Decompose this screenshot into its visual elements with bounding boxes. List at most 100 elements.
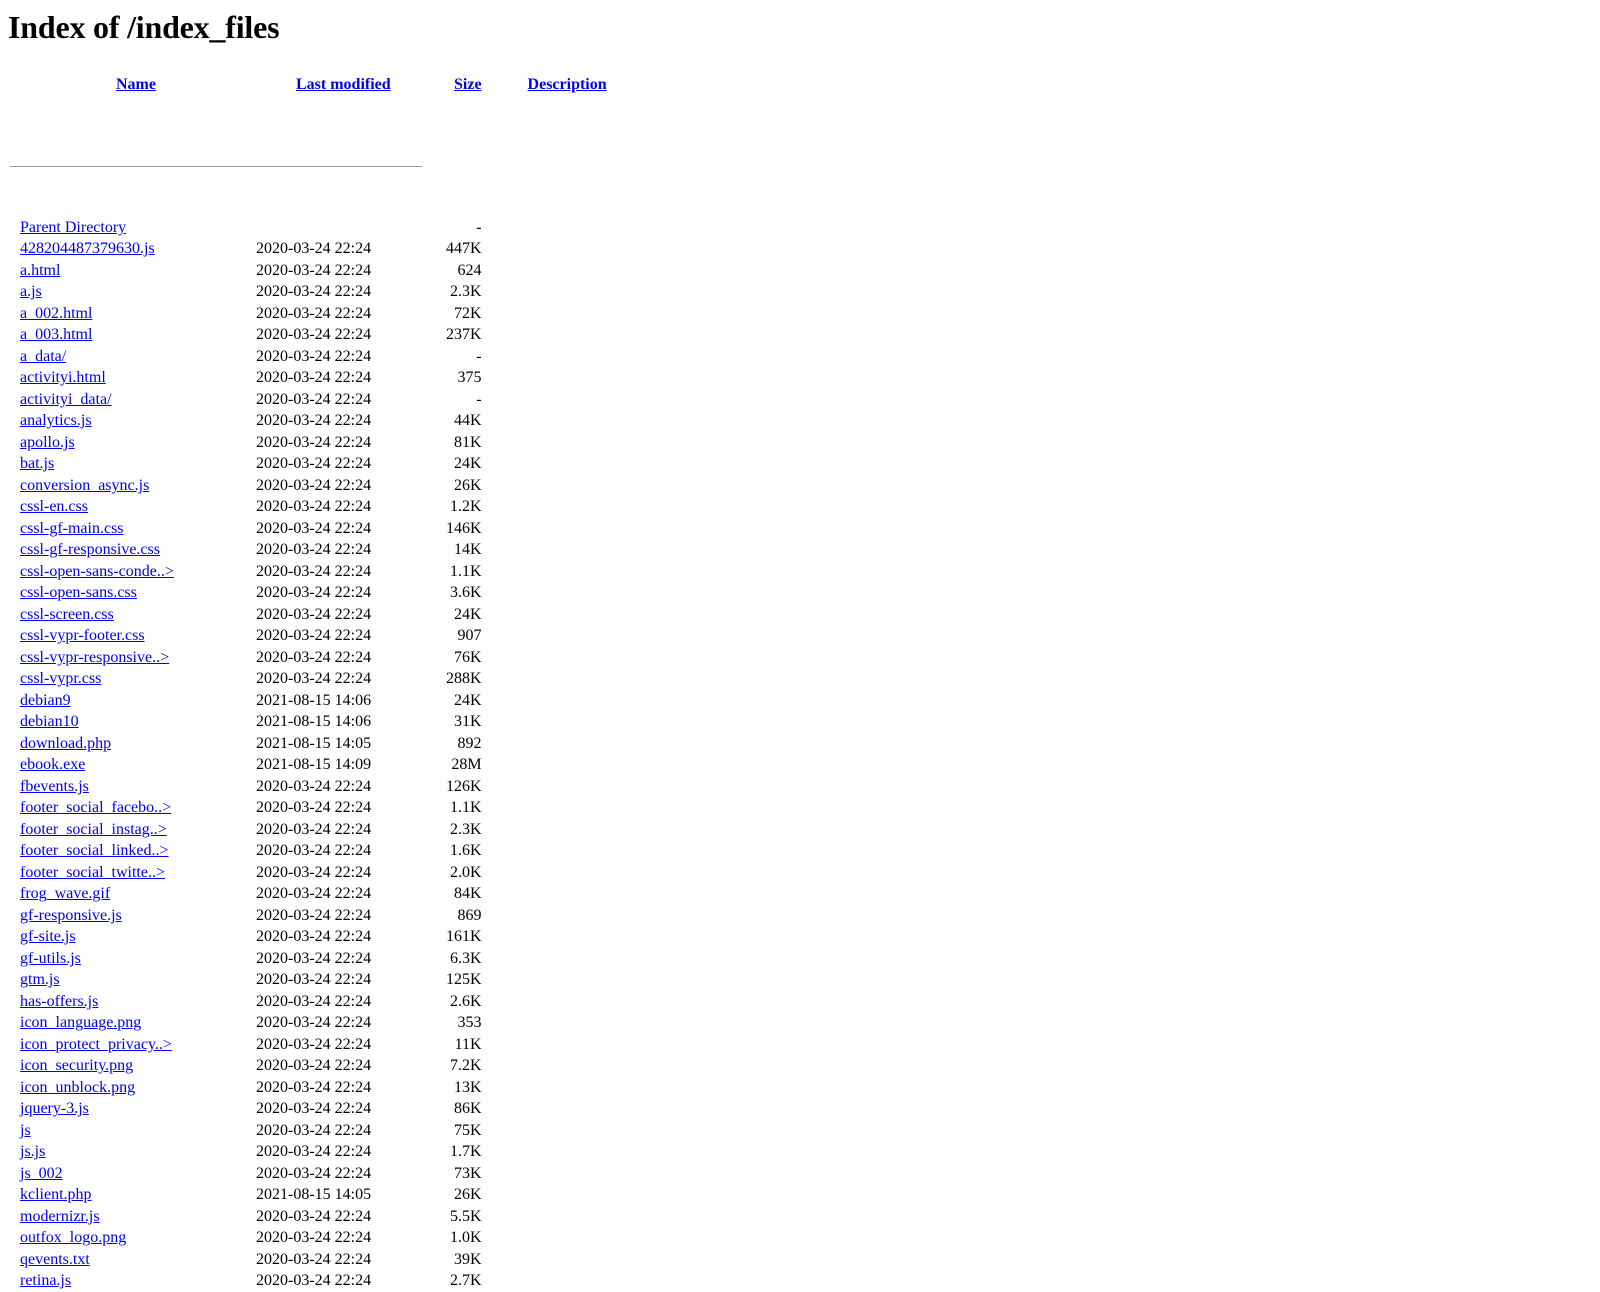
file-link[interactable]: qevents.txt — [20, 1251, 90, 1268]
last-modified-cell: 2020-03-24 22:24 — [256, 240, 372, 258]
description-cell — [482, 389, 607, 411]
file-link[interactable]: download.php — [20, 735, 111, 752]
file-name-cell: conversion_async.js — [8, 475, 256, 497]
last-modified-cell: 2020-03-24 22:24 — [256, 863, 372, 881]
file-link[interactable]: cssl-vypr-responsive..> — [20, 649, 169, 666]
file-name-cell: footer_social_facebo..> — [8, 797, 256, 819]
table-row: jquery-3.js 2020-03-24 22:24 86K — [8, 1098, 607, 1120]
last-modified-cell: 2020-03-24 22:24 — [256, 498, 372, 516]
description-cell — [482, 905, 607, 927]
file-link[interactable]: fbevents.js — [20, 778, 89, 795]
file-link[interactable]: a.js — [20, 283, 42, 300]
file-link[interactable]: cssl-en.css — [20, 498, 88, 515]
last-modified-cell: 2020-03-24 22:24 — [256, 627, 372, 645]
file-link[interactable]: a.html — [20, 262, 60, 279]
header-separator-row — [8, 119, 607, 217]
size-cell: 1.1K — [449, 562, 482, 580]
file-link[interactable]: js_002 — [20, 1165, 63, 1182]
file-link[interactable]: footer_social_instag..> — [20, 821, 167, 838]
description-cell — [482, 367, 607, 389]
file-link[interactable]: conversion_async.js — [20, 477, 149, 494]
file-link[interactable]: icon_unblock.png — [20, 1079, 135, 1096]
file-link[interactable]: footer_social_twitte..> — [20, 864, 165, 881]
file-link[interactable]: debian10 — [20, 713, 79, 730]
file-link[interactable]: bat.js — [20, 455, 54, 472]
description-cell — [482, 539, 607, 561]
file-link[interactable]: cssl-gf-main.css — [20, 520, 124, 537]
page-title: Index of /index_files — [8, 9, 280, 45]
last-modified-cell: 2020-03-24 22:24 — [256, 261, 372, 279]
file-link[interactable]: gtm.js — [20, 971, 60, 988]
file-link[interactable]: icon_protect_privacy..> — [20, 1036, 172, 1053]
sort-by-size-link[interactable]: Size — [454, 76, 482, 93]
file-link[interactable]: js — [20, 1122, 31, 1139]
file-link[interactable]: cssl-gf-responsive.css — [20, 541, 160, 558]
size-cell: 73K — [453, 1164, 482, 1182]
size-cell: 26K — [453, 1186, 482, 1204]
parent-directory-link[interactable]: Parent Directory — [20, 219, 126, 236]
file-link[interactable]: jquery-3.js — [20, 1100, 89, 1117]
description-cell — [482, 969, 607, 991]
file-link[interactable]: 428204487379630.js — [20, 240, 155, 257]
last-modified-cell: 2020-03-24 22:24 — [256, 885, 372, 903]
file-name-cell: a.html — [8, 260, 256, 282]
size-cell: - — [476, 347, 482, 365]
file-link[interactable]: analytics.js — [20, 412, 92, 429]
description-cell — [482, 1034, 607, 1056]
file-link[interactable]: modernizr.js — [20, 1208, 100, 1225]
file-link[interactable]: has-offers.js — [20, 993, 98, 1010]
file-link[interactable]: a_003.html — [20, 326, 92, 343]
file-link[interactable]: cssl-vypr.css — [20, 670, 101, 687]
size-cell: 24K — [453, 455, 482, 473]
file-link[interactable]: cssl-vypr-footer.css — [20, 627, 145, 644]
sort-by-description-link[interactable]: Description — [528, 76, 607, 93]
table-row: frog_wave.gif 2020-03-24 22:24 84K — [8, 883, 607, 905]
file-link[interactable]: cssl-open-sans-conde..> — [20, 563, 174, 580]
file-link[interactable]: debian9 — [20, 692, 71, 709]
table-row: bat.js 2020-03-24 22:24 24K — [8, 453, 607, 475]
file-link[interactable]: gf-utils.js — [20, 950, 81, 967]
last-modified-cell: 2020-03-24 22:24 — [256, 326, 372, 344]
file-name-cell: js — [8, 1120, 256, 1142]
size-cell: 1.6K — [449, 842, 482, 860]
file-link[interactable]: cssl-screen.css — [20, 606, 114, 623]
description-cell — [482, 1098, 607, 1120]
file-link[interactable]: js.js — [20, 1143, 45, 1160]
file-link[interactable]: cssl-open-sans.css — [20, 584, 137, 601]
description-cell — [482, 518, 607, 540]
size-cell: 146K — [445, 519, 482, 537]
file-name-cell: outfox_logo.png — [8, 1227, 256, 1249]
size-cell: 6.3K — [449, 949, 482, 967]
file-name-cell: gtm.js — [8, 969, 256, 991]
description-cell — [482, 948, 607, 970]
file-link[interactable]: retina.js — [20, 1272, 71, 1289]
file-link[interactable]: activityi_data/ — [20, 391, 112, 408]
table-row: a.js 2020-03-24 22:24 2.3K — [8, 281, 607, 303]
file-link[interactable]: kclient.php — [20, 1186, 92, 1203]
file-name-cell: activityi.html — [8, 367, 256, 389]
size-cell: 237K — [445, 326, 482, 344]
file-link[interactable]: gf-responsive.js — [20, 907, 122, 924]
size-cell: 28M — [451, 756, 482, 774]
file-link[interactable]: footer_social_facebo..> — [20, 799, 171, 816]
table-row: modernizr.js 2020-03-24 22:24 5.5K — [8, 1206, 607, 1228]
file-link[interactable]: gf-site.js — [20, 928, 76, 945]
size-cell: 44K — [453, 412, 482, 430]
table-row: cssl-en.css 2020-03-24 22:24 1.2K — [8, 496, 607, 518]
sort-by-name-link[interactable]: Name — [116, 76, 156, 93]
file-link[interactable]: a_data/ — [20, 348, 66, 365]
file-link[interactable]: footer_social_linked..> — [20, 842, 169, 859]
size-cell: 2.7K — [449, 1272, 482, 1290]
file-link[interactable]: activityi.html — [20, 369, 106, 386]
file-link[interactable]: a_002.html — [20, 305, 92, 322]
file-link[interactable]: ebook.exe — [20, 756, 85, 773]
file-link[interactable]: apollo.js — [20, 434, 75, 451]
size-cell: 13K — [453, 1078, 482, 1096]
sort-by-last-modified-link[interactable]: Last modified — [296, 76, 391, 93]
file-link[interactable]: icon_language.png — [20, 1014, 141, 1031]
file-link[interactable]: icon_security.png — [20, 1057, 133, 1074]
file-name-cell: footer_social_linked..> — [8, 840, 256, 862]
file-link[interactable]: frog_wave.gif — [20, 885, 110, 902]
file-link[interactable]: outfox_logo.png — [20, 1229, 126, 1246]
file-name-cell: a_003.html — [8, 324, 256, 346]
